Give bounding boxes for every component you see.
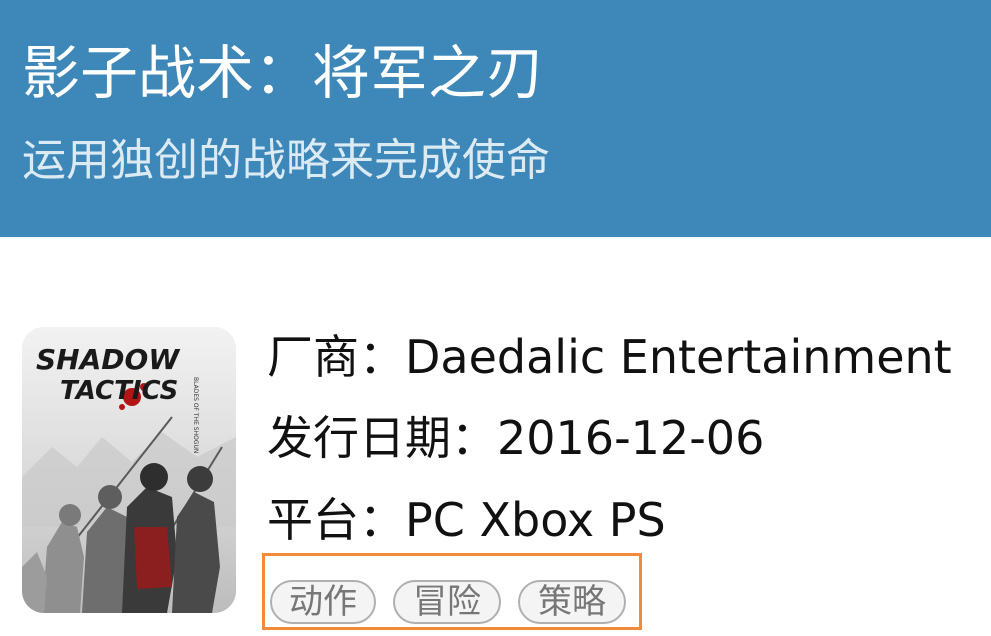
vendor-info: 厂商：Daedalic Entertainment	[267, 330, 952, 384]
platform-info: 平台：PC Xbox PS	[267, 493, 666, 547]
game-title: 影子战术：将军之刃	[22, 39, 545, 107]
game-cover-image[interactable]: SHADOW TACTICS BLADES OF THE SHOGUN	[22, 327, 236, 613]
cover-logo-line2: TACTICS	[60, 376, 178, 406]
cover-logo-line1: SHADOW	[36, 343, 180, 376]
header-banner: 影子战术：将军之刃 运用独创的战略来完成使命	[0, 0, 991, 237]
tag-strategy[interactable]: 策略	[518, 580, 626, 624]
tag-action[interactable]: 动作	[270, 580, 376, 624]
cover-logo-tagline: BLADES OF THE SHOGUN	[192, 377, 199, 453]
tags-highlight-box: 动作 冒险 策略	[262, 553, 642, 630]
cover-art: SHADOW TACTICS BLADES OF THE SHOGUN	[22, 327, 236, 613]
release-date-info: 发行日期：2016-12-06	[267, 411, 765, 465]
game-subtitle: 运用独创的战略来完成使命	[22, 135, 550, 186]
tag-adventure[interactable]: 冒险	[393, 580, 501, 624]
